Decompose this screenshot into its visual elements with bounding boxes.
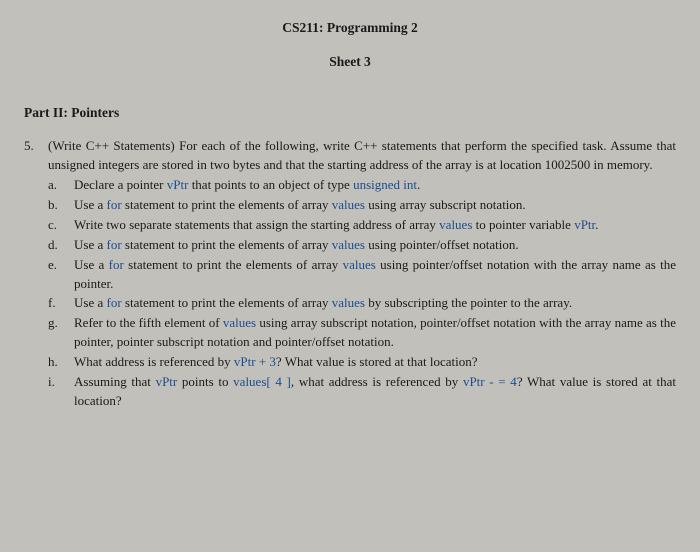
subitem-b: b. Use a for statement to print the elem… (48, 196, 676, 215)
subitem-label: d. (48, 236, 64, 255)
subitem-e: e. Use a for statement to print the elem… (48, 256, 676, 294)
question-body: (Write C++ Statements) For each of the f… (48, 137, 676, 411)
code-token: vPtr (167, 177, 189, 192)
document-header: CS211: Programming 2 Sheet 3 (24, 18, 676, 71)
subitem-label: a. (48, 176, 64, 195)
code-token: values (223, 315, 256, 330)
subitem-text: Refer to the fifth element of values usi… (74, 314, 676, 352)
subitem-d: d. Use a for statement to print the elem… (48, 236, 676, 255)
code-token: values[ 4 ] (233, 374, 291, 389)
subitem-h: h. What address is referenced by vPtr + … (48, 353, 676, 372)
code-token: values (332, 237, 365, 252)
subitem-label: i. (48, 373, 64, 411)
subitem-label: c. (48, 216, 64, 235)
code-token: vPtr (574, 217, 595, 232)
subitem-label: f. (48, 294, 64, 313)
subitem-label: h. (48, 353, 64, 372)
code-token: unsigned int (353, 177, 417, 192)
subitem-text: Assuming that vPtr points to values[ 4 ]… (74, 373, 676, 411)
question-number: 5. (24, 137, 38, 411)
code-token: values (332, 197, 365, 212)
subitem-g: g. Refer to the fifth element of values … (48, 314, 676, 352)
code-token: for (107, 237, 122, 252)
question-block: 5. (Write C++ Statements) For each of th… (24, 137, 676, 411)
subitem-text: Use a for statement to print the element… (74, 236, 676, 255)
question-intro: (Write C++ Statements) For each of the f… (48, 138, 676, 172)
course-title: CS211: Programming 2 (24, 18, 676, 38)
subitem-text: Declare a pointer vPtr that points to an… (74, 176, 676, 195)
subitems: a. Declare a pointer vPtr that points to… (48, 176, 676, 410)
code-token: values (332, 295, 365, 310)
subitem-a: a. Declare a pointer vPtr that points to… (48, 176, 676, 195)
subitem-i: i. Assuming that vPtr points to values[ … (48, 373, 676, 411)
code-token: for (109, 257, 124, 272)
subitem-f: f. Use a for statement to print the elem… (48, 294, 676, 313)
subitem-text: Write two separate statements that assig… (74, 216, 676, 235)
sheet-title: Sheet 3 (24, 52, 676, 72)
code-token: vPtr - = 4 (463, 374, 517, 389)
code-token: vPtr + 3 (234, 354, 276, 369)
subitem-label: e. (48, 256, 64, 294)
code-token: for (107, 197, 122, 212)
code-token: for (107, 295, 122, 310)
subitem-text: Use a for statement to print the element… (74, 196, 676, 215)
code-token: values (439, 217, 472, 232)
subitem-label: g. (48, 314, 64, 352)
code-token: values (343, 257, 376, 272)
subitem-label: b. (48, 196, 64, 215)
subitem-text: Use a for statement to print the element… (74, 294, 676, 313)
subitem-text: What address is referenced by vPtr + 3? … (74, 353, 676, 372)
code-token: vPtr (156, 374, 178, 389)
subitem-c: c. Write two separate statements that as… (48, 216, 676, 235)
part-heading: Part II: Pointers (24, 103, 676, 123)
subitem-text: Use a for statement to print the element… (74, 256, 676, 294)
